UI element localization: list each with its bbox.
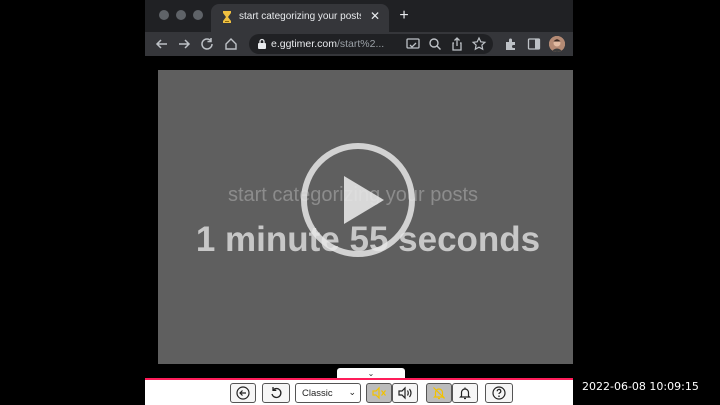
bell-button[interactable]	[452, 383, 478, 403]
play-icon[interactable]	[300, 142, 416, 258]
back-button[interactable]	[230, 383, 256, 403]
back-icon[interactable]	[153, 35, 171, 53]
url-path: /start%2...	[336, 38, 385, 50]
extensions-icon[interactable]	[503, 36, 519, 52]
profile-avatar[interactable]	[549, 36, 565, 52]
browser-window: start categorizing your posts ✕ + e.ggti…	[145, 0, 573, 405]
help-icon	[492, 386, 506, 400]
maximize-window-dot[interactable]	[193, 10, 203, 20]
volume-off-icon	[372, 386, 386, 400]
new-tab-icon[interactable]: +	[395, 6, 413, 26]
bell-icon	[459, 387, 471, 400]
circle-arrow-left-icon	[236, 386, 250, 400]
page-content: start categorizing your posts 1 minute 5…	[145, 56, 573, 380]
help-button[interactable]	[485, 383, 513, 403]
lock-icon[interactable]	[257, 38, 267, 50]
theme-select-value: Classic	[302, 388, 333, 399]
bell-off-button[interactable]	[426, 383, 452, 403]
restart-icon	[271, 387, 282, 399]
window-controls	[159, 10, 203, 20]
tab-bar: start categorizing your posts ✕ +	[145, 0, 573, 32]
address-bar[interactable]: e.ggtimer.com/start%2...	[249, 34, 493, 54]
close-window-dot[interactable]	[159, 10, 169, 20]
recording-timestamp: 2022-06-08 10:09:15	[582, 380, 699, 393]
avatar-icon	[549, 36, 565, 52]
sound-on-button[interactable]	[392, 383, 418, 403]
volume-on-icon	[398, 386, 412, 400]
mute-button[interactable]	[366, 383, 392, 403]
chevron-down-icon: ⌄	[348, 387, 356, 397]
hourglass-favicon-icon	[223, 11, 231, 23]
star-icon[interactable]	[471, 36, 487, 52]
timer-controls: Classic ⌄	[145, 378, 573, 405]
forward-icon[interactable]	[175, 35, 193, 53]
chevron-down-icon: ⌄	[367, 369, 375, 378]
cast-icon[interactable]	[405, 36, 421, 52]
restart-button[interactable]	[262, 383, 290, 403]
url-host: e.ggtimer.com	[271, 38, 337, 50]
url-text[interactable]: e.ggtimer.com/start%2...	[271, 38, 401, 50]
tab-close-icon[interactable]: ✕	[367, 8, 383, 24]
zoom-icon[interactable]	[427, 36, 443, 52]
bell-off-icon	[433, 387, 445, 400]
minimize-window-dot[interactable]	[176, 10, 186, 20]
browser-tab[interactable]: start categorizing your posts ✕	[211, 4, 389, 32]
timer-panel[interactable]: start categorizing your posts 1 minute 5…	[158, 70, 573, 364]
theme-select[interactable]: Classic ⌄	[295, 383, 361, 403]
reload-icon[interactable]	[198, 35, 216, 53]
browser-toolbar: e.ggtimer.com/start%2...	[145, 32, 573, 56]
sidebar-icon[interactable]	[526, 36, 542, 52]
home-icon[interactable]	[222, 35, 240, 53]
tab-title: start categorizing your posts	[239, 11, 361, 22]
share-icon[interactable]	[449, 36, 465, 52]
